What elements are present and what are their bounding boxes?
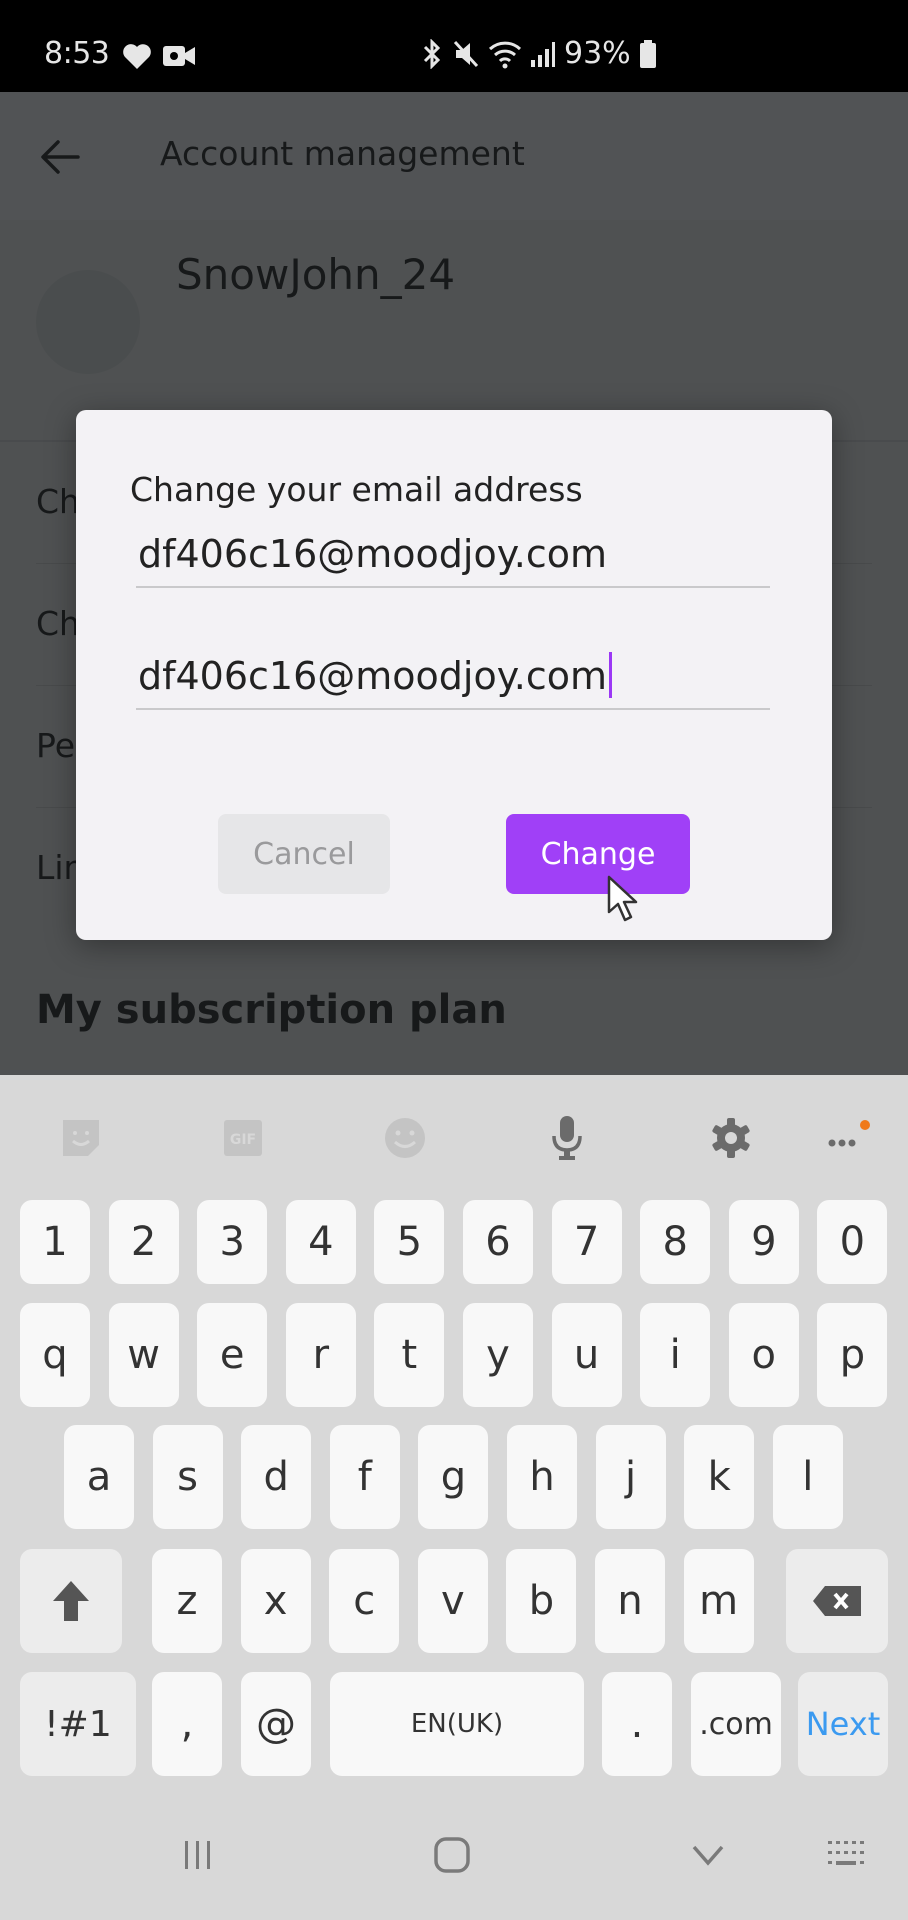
email-field[interactable]: df406c16@moodjoy.com bbox=[136, 518, 770, 588]
hide-keyboard-icon[interactable] bbox=[678, 1825, 738, 1885]
gif-icon[interactable]: GIF bbox=[218, 1113, 268, 1163]
settings-icon[interactable] bbox=[706, 1113, 756, 1163]
dialog-title: Change your email address bbox=[130, 470, 583, 509]
status-time: 8:53 bbox=[44, 36, 110, 71]
dotcom-key[interactable]: .com bbox=[691, 1672, 781, 1776]
battery-icon bbox=[639, 39, 656, 68]
key-b[interactable]: b bbox=[506, 1549, 577, 1653]
more-icon[interactable] bbox=[822, 1113, 872, 1163]
key-f[interactable]: f bbox=[329, 1425, 400, 1529]
heart-monitor-icon bbox=[123, 44, 151, 69]
battery-percent: 93% bbox=[564, 36, 631, 71]
change-button[interactable]: Change bbox=[506, 814, 690, 894]
key-a[interactable]: a bbox=[64, 1425, 134, 1529]
key-4[interactable]: 4 bbox=[285, 1200, 356, 1284]
sticker-icon[interactable] bbox=[56, 1113, 106, 1163]
svg-text:GIF: GIF bbox=[230, 1132, 256, 1148]
key-r[interactable]: r bbox=[285, 1303, 356, 1407]
key-m[interactable]: m bbox=[683, 1549, 754, 1653]
period-key[interactable]: . bbox=[602, 1672, 672, 1776]
key-1[interactable]: 1 bbox=[20, 1200, 90, 1284]
symbols-key[interactable]: !#1 bbox=[20, 1672, 136, 1776]
bluetooth-icon bbox=[423, 38, 441, 69]
key-x[interactable]: x bbox=[240, 1549, 311, 1653]
key-0[interactable]: 0 bbox=[817, 1200, 888, 1284]
backspace-icon bbox=[813, 1586, 861, 1616]
account-management-screen: Account management SnowJohn_24 Change em… bbox=[0, 92, 908, 1075]
key-t[interactable]: t bbox=[374, 1303, 445, 1407]
mouse-pointer-icon bbox=[607, 875, 638, 922]
key-p[interactable]: p bbox=[817, 1303, 888, 1407]
key-8[interactable]: 8 bbox=[640, 1200, 711, 1284]
key-w[interactable]: w bbox=[108, 1303, 179, 1407]
key-i[interactable]: i bbox=[640, 1303, 711, 1407]
space-key[interactable]: EN(UK) bbox=[330, 1672, 584, 1776]
key-s[interactable]: s bbox=[152, 1425, 223, 1529]
navigation-bar bbox=[0, 1785, 908, 1920]
keyboard-toolbar: GIF bbox=[0, 1075, 908, 1200]
backspace-key[interactable] bbox=[786, 1549, 888, 1653]
key-9[interactable]: 9 bbox=[728, 1200, 799, 1284]
key-n[interactable]: n bbox=[595, 1549, 665, 1653]
change-email-dialog: Change your email address df406c16@moodj… bbox=[76, 410, 832, 940]
at-key[interactable]: @ bbox=[241, 1672, 311, 1776]
key-v[interactable]: v bbox=[417, 1549, 488, 1653]
key-h[interactable]: h bbox=[507, 1425, 577, 1529]
key-y[interactable]: y bbox=[463, 1303, 533, 1407]
text-caret bbox=[609, 651, 613, 698]
key-5[interactable]: 5 bbox=[374, 1200, 445, 1284]
key-z[interactable]: z bbox=[152, 1549, 222, 1653]
key-2[interactable]: 2 bbox=[108, 1200, 179, 1284]
key-l[interactable]: l bbox=[772, 1425, 843, 1529]
status-bar: 8:53 93% bbox=[0, 0, 908, 92]
key-7[interactable]: 7 bbox=[551, 1200, 622, 1284]
shift-icon bbox=[53, 1581, 89, 1621]
key-c[interactable]: c bbox=[329, 1549, 400, 1653]
key-u[interactable]: u bbox=[551, 1303, 622, 1407]
microphone-icon[interactable] bbox=[542, 1113, 592, 1163]
signal-icon bbox=[531, 41, 555, 67]
video-camera-icon bbox=[163, 46, 195, 66]
confirm-email-value: df406c16@moodjoy.com bbox=[138, 654, 608, 698]
cancel-button[interactable]: Cancel bbox=[218, 814, 390, 894]
mute-icon bbox=[453, 40, 479, 67]
key-j[interactable]: j bbox=[595, 1425, 666, 1529]
email-value: df406c16@moodjoy.com bbox=[138, 532, 608, 576]
key-e[interactable]: e bbox=[197, 1303, 268, 1407]
key-3[interactable]: 3 bbox=[197, 1200, 268, 1284]
key-g[interactable]: g bbox=[418, 1425, 489, 1529]
wifi-icon bbox=[488, 41, 522, 68]
next-key[interactable]: Next bbox=[798, 1672, 888, 1776]
home-icon[interactable] bbox=[422, 1825, 482, 1885]
comma-key[interactable]: , bbox=[152, 1672, 222, 1776]
recents-icon[interactable] bbox=[168, 1825, 228, 1885]
key-6[interactable]: 6 bbox=[463, 1200, 533, 1284]
key-o[interactable]: o bbox=[728, 1303, 799, 1407]
keyboard-switch-icon[interactable] bbox=[818, 1825, 878, 1885]
shift-key[interactable] bbox=[20, 1549, 122, 1653]
emoji-icon[interactable] bbox=[380, 1113, 430, 1163]
key-q[interactable]: q bbox=[20, 1303, 90, 1407]
confirm-email-field[interactable]: df406c16@moodjoy.com bbox=[136, 640, 770, 710]
key-k[interactable]: k bbox=[684, 1425, 755, 1529]
key-d[interactable]: d bbox=[241, 1425, 312, 1529]
